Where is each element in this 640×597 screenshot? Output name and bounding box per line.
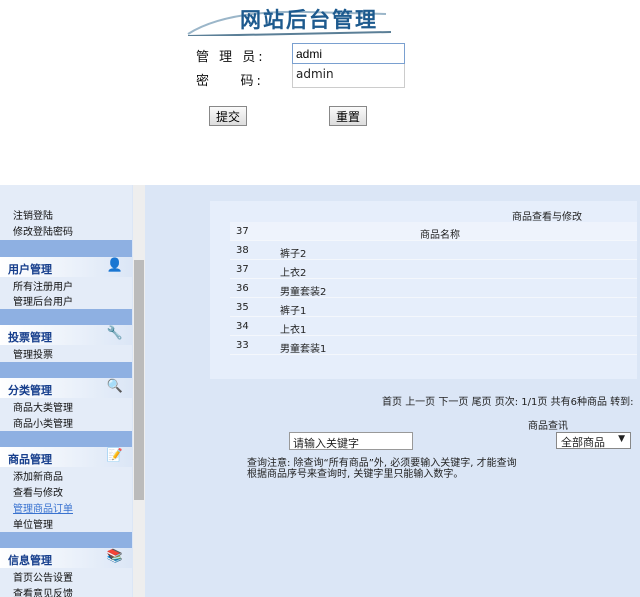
group-user-management: 用户管理 👤 xyxy=(0,257,132,277)
vote-icon: 🔧 xyxy=(106,326,124,341)
search-note: 查询注意: 除查询“所有商品”外, 必须要输入关键字, 才能查询 根据商品序号来… xyxy=(247,458,517,480)
password-label: 密 码: xyxy=(196,74,264,89)
sidebar-item[interactable]: 商品小类管理 xyxy=(13,415,73,430)
sidebar-item[interactable]: 添加新商品 xyxy=(13,468,63,483)
search-title: 商品查讯 xyxy=(528,421,568,432)
pagination: 首页 上一页 下一页 尾页 页次: 1/1页 共有6种商品 转到: xyxy=(382,393,634,408)
group-info-management: 信息管理 📚 xyxy=(0,548,132,568)
first-page-link[interactable]: 首页 xyxy=(382,397,402,408)
username-input[interactable] xyxy=(292,43,405,64)
table-row: 33 男童套装1 xyxy=(230,336,637,355)
edit-icon: 📝 xyxy=(106,448,124,463)
total-count: 共有6种商品 xyxy=(550,397,607,408)
group-product-management: 商品管理 📝 xyxy=(0,447,132,467)
sidebar-item-logout[interactable]: 注销登陆 xyxy=(13,207,53,222)
sidebar-item[interactable]: 查看意见反馈 xyxy=(13,585,73,597)
reset-button[interactable]: 重置 xyxy=(329,106,368,126)
dropdown-arrow-icon: ▼ xyxy=(618,434,625,444)
name-header: 商品名称 xyxy=(420,230,460,241)
table-header: 37 商品名称 xyxy=(230,222,637,241)
autocomplete-suggestion[interactable]: admin xyxy=(292,64,405,88)
sidebar: 注销登陆 修改登陆密码 用户管理 👤 所有注册用户 管理后台用户 投票管理 🔧 管理… xyxy=(0,185,132,597)
sidebar-item-order-management[interactable]: 管理商品订单 xyxy=(13,500,73,515)
submit-button[interactable]: 提交 xyxy=(209,106,248,126)
group-vote-management: 投票管理 🔧 xyxy=(0,325,132,345)
admin-label: 管 理 员: xyxy=(196,50,266,65)
page-info: 页次: 1/1页 xyxy=(494,397,548,408)
category-select[interactable]: 全部商品 ▼ xyxy=(556,432,631,449)
group-category-management: 分类管理 🔍 xyxy=(0,378,132,398)
keyword-input[interactable]: 请输入关键字 xyxy=(289,432,413,450)
table-row: 38 裤子2 xyxy=(230,241,637,260)
id-header: 37 xyxy=(236,226,249,237)
search-icon: 🔍 xyxy=(106,379,124,394)
sidebar-item-change-password[interactable]: 修改登陆密码 xyxy=(13,223,73,238)
sidebar-item[interactable]: 单位管理 xyxy=(13,516,53,531)
prev-page-link[interactable]: 上一页 xyxy=(405,397,435,408)
sidebar-item[interactable]: 商品大类管理 xyxy=(13,399,73,414)
sidebar-item[interactable]: 首页公告设置 xyxy=(13,569,73,584)
info-icon: 📚 xyxy=(106,549,124,564)
sidebar-item[interactable]: 管理投票 xyxy=(13,346,53,361)
scrollbar-thumb[interactable] xyxy=(134,260,144,500)
last-page-link[interactable]: 尾页 xyxy=(472,397,492,408)
next-page-link[interactable]: 下一页 xyxy=(438,397,468,408)
goto-label: 转到: xyxy=(610,397,634,408)
user-icon: 👤 xyxy=(106,258,124,273)
table-title: 商品查看与修改 xyxy=(512,212,582,223)
table-row: 34 上衣1 xyxy=(230,317,637,336)
sidebar-item[interactable]: 管理后台用户 xyxy=(13,293,73,308)
sidebar-item[interactable]: 查看与修改 xyxy=(13,484,63,499)
logo-title: 网站后台管理 xyxy=(240,8,378,32)
table-row: 35 裤子1 xyxy=(230,298,637,317)
table-row: 37 上衣2 xyxy=(230,260,637,279)
sidebar-item[interactable]: 所有注册用户 xyxy=(13,278,73,293)
table-row: 36 男童套装2 xyxy=(230,279,637,298)
product-table: 商品查看与修改 37 商品名称 38 裤子2 37 上衣2 36 男童套装2 35 裤子… xyxy=(210,201,637,379)
